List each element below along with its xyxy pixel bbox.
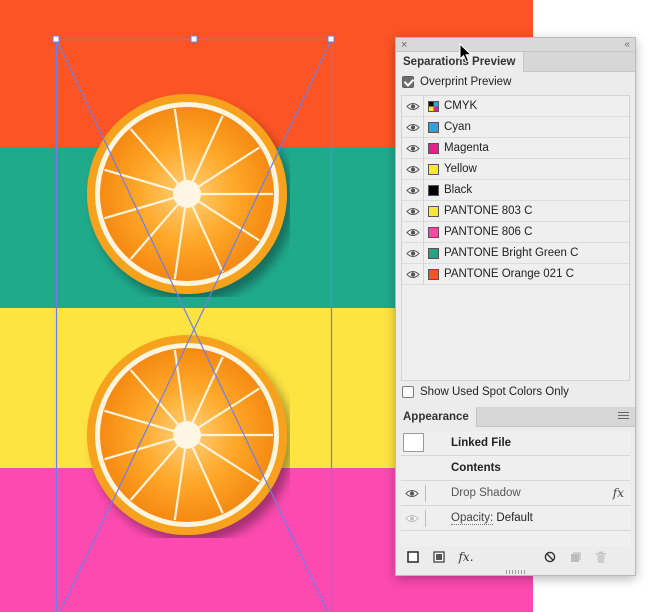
visibility-eye-icon[interactable]: [401, 506, 423, 531]
show-used-spot-colors-toggle[interactable]: Show Used Spot Colors Only: [402, 384, 569, 400]
linked-file-thumbnail: [403, 433, 424, 452]
separation-row[interactable]: CMYK: [402, 95, 629, 117]
appearance-tab-bar: Appearance: [396, 407, 635, 427]
drop-shadow-link[interactable]: Drop Shadow: [451, 481, 521, 507]
opacity-value: Default: [496, 512, 533, 524]
show-used-spot-colors-label: Show Used Spot Colors Only: [420, 386, 569, 398]
cmyk-icon: [428, 100, 439, 112]
separation-row[interactable]: PANTONE Bright Green C: [402, 242, 629, 264]
separation-name: PANTONE Bright Green C: [444, 247, 579, 259]
linked-file-row[interactable]: Linked File: [401, 431, 630, 456]
separations-tab-bar: Separations Preview: [396, 52, 635, 72]
visibility-eye-icon[interactable]: [401, 481, 423, 506]
appearance-list: Linked File Contents Drop Shadow fx Opac…: [401, 431, 630, 547]
orange-slice-image: [87, 335, 287, 535]
separation-name: PANTONE 806 C: [444, 226, 533, 238]
visibility-eye-icon[interactable]: [402, 95, 424, 117]
visibility-eye-icon[interactable]: [402, 200, 424, 222]
separation-row[interactable]: Yellow: [402, 158, 629, 180]
separation-name: Cyan: [444, 121, 471, 133]
opacity-link[interactable]: Opacity:: [451, 512, 494, 525]
overprint-preview-label: Overprint Preview: [420, 76, 512, 88]
appearance-toolbar: fx.: [396, 546, 635, 568]
close-panel-icon[interactable]: ×: [401, 38, 407, 52]
row-divider: [425, 510, 426, 527]
separation-row[interactable]: Magenta: [402, 137, 629, 159]
contents-label: Contents: [451, 462, 501, 474]
visibility-eye-icon[interactable]: [402, 158, 424, 180]
show-used-spot-colors-checkbox[interactable]: [402, 386, 414, 398]
visibility-eye-icon[interactable]: [402, 179, 424, 201]
separation-row[interactable]: Cyan: [402, 116, 629, 138]
separation-name: Black: [444, 184, 473, 196]
color-swatch: [428, 268, 439, 280]
separations-appearance-panel: × ‹‹ Separations Preview Overprint Previ…: [395, 37, 636, 576]
add-stroke-icon[interactable]: [406, 550, 420, 564]
opacity-row[interactable]: Opacity: Default: [401, 506, 630, 531]
visibility-eye-icon[interactable]: [402, 263, 424, 285]
visibility-eye-icon[interactable]: [402, 221, 424, 243]
separation-row[interactable]: Black: [402, 179, 629, 201]
color-swatch: [428, 226, 439, 238]
mouse-pointer-icon: [459, 43, 473, 63]
linked-file-title: Linked File: [451, 437, 512, 449]
clear-appearance-icon[interactable]: [543, 550, 557, 564]
separation-name: PANTONE 803 C: [444, 205, 533, 217]
overprint-preview-checkbox[interactable]: [402, 76, 414, 88]
effect-fx-icon: fx: [612, 486, 624, 500]
separation-name: PANTONE Orange 021 C: [444, 268, 574, 280]
contents-row[interactable]: Contents: [401, 456, 630, 481]
separation-name: Magenta: [444, 142, 489, 154]
orange-slice-image: [87, 94, 287, 294]
separation-row[interactable]: PANTONE 806 C: [402, 221, 629, 243]
add-effect-icon[interactable]: fx.: [457, 550, 475, 564]
separation-name: Yellow: [444, 163, 477, 175]
color-swatch: [428, 184, 439, 196]
visibility-eye-icon[interactable]: [402, 137, 424, 159]
color-swatch: [428, 142, 439, 154]
tab-appearance[interactable]: Appearance: [396, 407, 477, 427]
color-swatch: [428, 163, 439, 175]
duplicate-item-icon[interactable]: [569, 550, 583, 564]
color-swatch: [428, 205, 439, 217]
visibility-eye-icon[interactable]: [402, 116, 424, 138]
add-fill-icon[interactable]: [432, 550, 446, 564]
separations-list: CMYK Cyan Magenta Yellow Black PANTONE 803 C P…: [401, 95, 630, 381]
visibility-eye-icon[interactable]: [402, 242, 424, 264]
panel-title-bar[interactable]: × ‹‹: [396, 38, 635, 52]
opacity-field: Opacity: Default: [451, 506, 533, 531]
panel-menu-icon[interactable]: [618, 412, 629, 422]
row-divider: [425, 485, 426, 502]
color-swatch: [428, 121, 439, 133]
separation-row[interactable]: PANTONE 803 C: [402, 200, 629, 222]
overprint-preview-toggle[interactable]: Overprint Preview: [402, 74, 511, 90]
color-swatch: [428, 247, 439, 259]
empty-row: [401, 531, 630, 547]
drop-shadow-row[interactable]: Drop Shadow fx: [401, 481, 630, 507]
separation-name: CMYK: [444, 100, 478, 112]
panel-resize-grip[interactable]: [506, 570, 526, 574]
separation-row[interactable]: PANTONE Orange 021 C: [402, 263, 629, 285]
collapse-panel-icon[interactable]: ‹‹: [624, 38, 630, 52]
delete-item-icon[interactable]: [594, 550, 608, 564]
